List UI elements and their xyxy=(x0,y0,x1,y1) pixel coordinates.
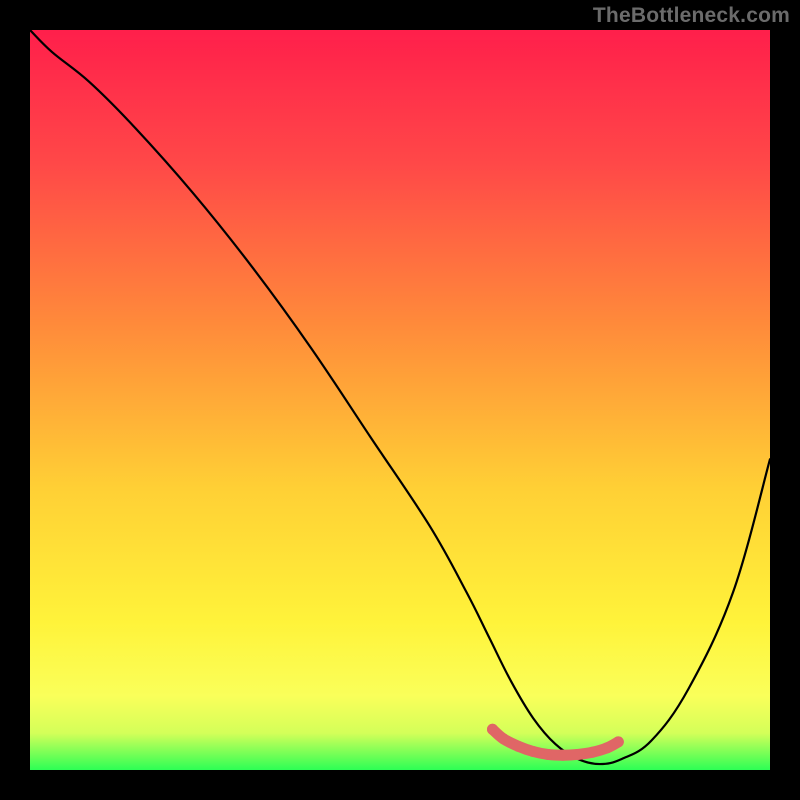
chart-frame: TheBottleneck.com xyxy=(0,0,800,800)
plot-area xyxy=(30,30,770,770)
watermark-text: TheBottleneck.com xyxy=(593,4,790,28)
optimal-marker-dot xyxy=(528,746,539,757)
optimal-marker-dot xyxy=(487,724,498,735)
optimal-marker-dot xyxy=(543,749,554,760)
bottleneck-curve-line xyxy=(30,30,770,764)
optimal-marker-dot xyxy=(513,741,524,752)
optimal-marker-dot xyxy=(587,747,598,758)
optimal-marker-dot xyxy=(498,733,509,744)
optimal-marker-dot xyxy=(613,736,624,747)
optimal-marker-segment xyxy=(493,729,619,755)
optimal-marker-dot xyxy=(557,750,568,761)
optimal-marker-dot xyxy=(602,742,613,753)
optimal-marker-dot xyxy=(572,749,583,760)
chart-svg xyxy=(30,30,770,770)
